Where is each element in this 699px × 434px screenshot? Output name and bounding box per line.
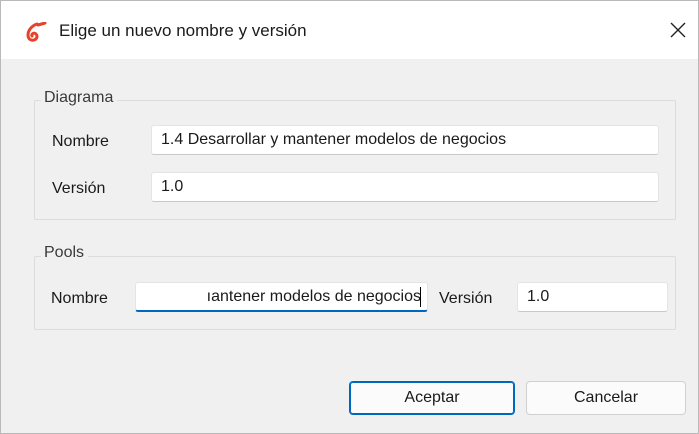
diagram-group-legend: Diagrama: [41, 89, 118, 107]
pool-name-label: Nombre: [51, 290, 108, 307]
pool-version-field[interactable]: 1.0: [517, 282, 668, 312]
pools-group-legend: Pools: [41, 244, 89, 262]
bonita-logo-icon: [26, 22, 47, 42]
title-bar: Elige un nuevo nombre y versión: [1, 1, 698, 59]
diagram-name-label: Nombre: [52, 133, 109, 150]
diagram-version-field[interactable]: 1.0: [151, 172, 659, 202]
pool-version-label: Versión: [439, 290, 493, 307]
rename-dialog: Elige un nuevo nombre y versión Diagrama…: [0, 0, 699, 434]
diagram-version-label: Versión: [52, 180, 106, 197]
dialog-title: Elige un nuevo nombre y versión: [59, 21, 307, 40]
cancel-button[interactable]: Cancelar: [526, 381, 686, 415]
diagram-group: [34, 100, 676, 220]
close-icon[interactable]: [665, 17, 691, 43]
diagram-name-field[interactable]: 1.4 Desarrollar y mantener modelos de ne…: [151, 125, 659, 155]
accept-button[interactable]: Aceptar: [349, 381, 515, 415]
pool-name-field[interactable]: ıantener modelos de negocios: [135, 282, 428, 312]
text-caret: [420, 287, 421, 307]
